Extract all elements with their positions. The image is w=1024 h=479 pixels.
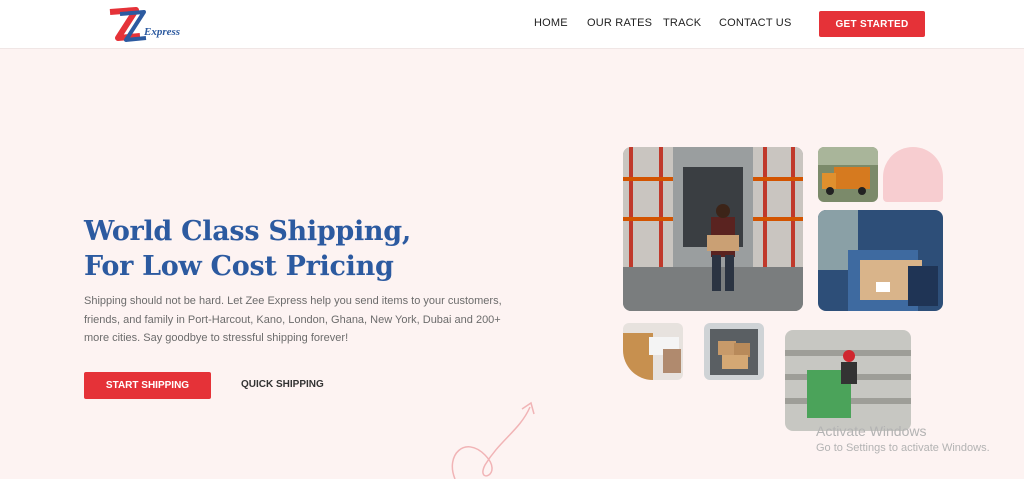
warehouse-photo	[623, 147, 803, 311]
nav-home[interactable]: HOME	[534, 17, 568, 29]
nav-track[interactable]: TRACK	[663, 17, 701, 29]
hero-title: World Class Shipping, For Low Cost Prici…	[84, 214, 411, 284]
hero-title-line-2: For Low Cost Pricing	[84, 251, 394, 282]
package-handoff-photo	[818, 210, 943, 311]
nav-contact-us[interactable]: CONTACT US	[719, 17, 792, 29]
watermark-line-2: Go to Settings to activate Windows.	[816, 442, 990, 454]
start-shipping-button[interactable]: START SHIPPING	[84, 372, 211, 399]
nav-our-rates[interactable]: OUR RATES	[587, 17, 652, 29]
decorative-swirl-arrow	[451, 401, 535, 479]
pink-decor-shape	[883, 147, 943, 202]
truck-photo	[818, 147, 878, 202]
label-scan-photo	[623, 323, 683, 380]
quick-shipping-link[interactable]: QUICK SHIPPING	[241, 379, 324, 390]
watermark-line-1: Activate Windows	[816, 423, 927, 439]
brand-logo[interactable]	[106, 4, 196, 46]
hero-title-line-1: World Class Shipping,	[84, 216, 411, 247]
site-header: Express HOME OUR RATES TRACK CONTACT US …	[0, 0, 1024, 49]
windows-activation-watermark: Activate Windows Go to Settings to activ…	[816, 423, 990, 454]
hero-subtitle: Shipping should not be hard. Let Zee Exp…	[84, 295, 502, 344]
van-boxes-photo	[704, 323, 764, 380]
courier-stairs-photo	[785, 330, 911, 431]
brand-name: Express	[144, 26, 181, 38]
get-started-button[interactable]: GET STARTED	[819, 11, 925, 37]
